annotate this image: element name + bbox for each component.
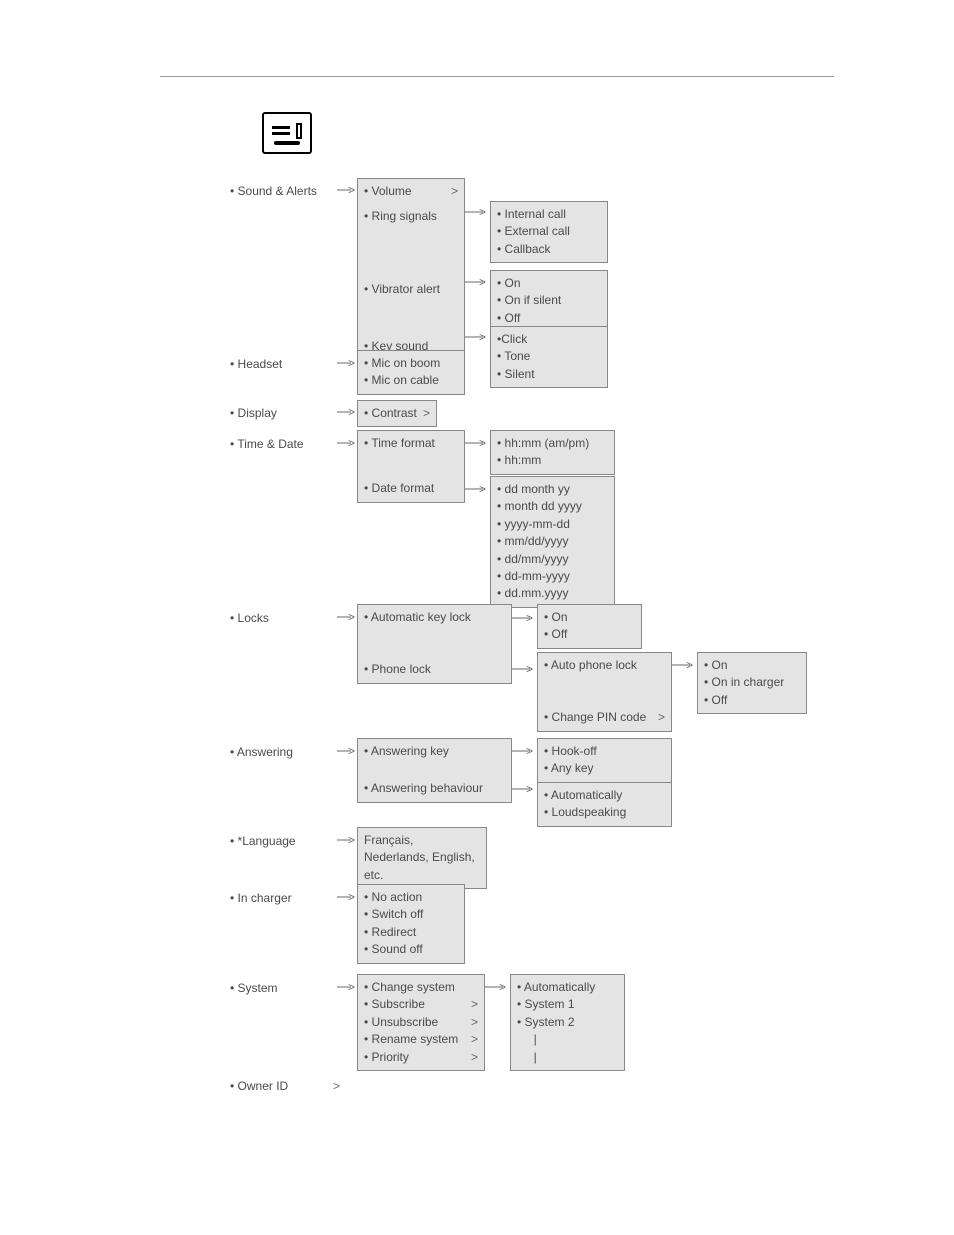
priority-item: • Priority > bbox=[364, 1049, 478, 1066]
system-submenu: • Change system • Subscribe > • Unsubscr… bbox=[357, 974, 485, 1071]
locks-submenu: • Automatic key lock • Phone lock bbox=[357, 604, 512, 684]
root-in-charger: • In charger bbox=[230, 890, 292, 907]
contrast-item: • Contrast > bbox=[364, 405, 430, 422]
root-time-date: • Time & Date bbox=[230, 436, 304, 453]
chevron-right-icon: > bbox=[327, 1078, 340, 1095]
owner-id-label: • Owner ID bbox=[230, 1079, 288, 1093]
arrow-head-icon: > bbox=[348, 890, 355, 904]
root-language: • *Language bbox=[230, 833, 296, 850]
root-answering: • Answering bbox=[230, 744, 293, 761]
arrow-head-icon: > bbox=[348, 436, 355, 450]
key-sound-options: •Click • Tone • Silent bbox=[490, 326, 608, 388]
arrow-head-icon: > bbox=[479, 275, 486, 289]
answering-submenu: • Answering key • Answering behaviour bbox=[357, 738, 512, 803]
unsubscribe-item: • Unsubscribe > bbox=[364, 1014, 478, 1031]
auto-phone-lock-item: • Auto phone lock bbox=[544, 657, 665, 674]
arrow-head-icon: > bbox=[348, 744, 355, 758]
arrow-head-icon: > bbox=[526, 744, 533, 758]
ring-signals-options: • Internal call • External call • Callba… bbox=[490, 201, 608, 263]
chevron-right-icon: > bbox=[465, 996, 478, 1013]
display-submenu: • Contrast > bbox=[357, 400, 437, 427]
answering-key-options: • Hook-off • Any key bbox=[537, 738, 672, 783]
volume-item: • Volume > bbox=[364, 183, 458, 200]
arrow-head-icon: > bbox=[686, 658, 693, 672]
in-charger-options: • No action • Switch off • Redirect • So… bbox=[357, 884, 465, 964]
arrow-head-icon: > bbox=[348, 356, 355, 370]
date-format-item: • Date format bbox=[364, 480, 458, 497]
time-date-submenu: • Time format • Date format bbox=[357, 430, 465, 503]
arrow-head-icon: > bbox=[499, 980, 506, 994]
rename-system-item: • Rename system > bbox=[364, 1031, 478, 1048]
chevron-right-icon: > bbox=[465, 1014, 478, 1031]
chevron-right-icon: > bbox=[445, 183, 458, 200]
ring-signals-item: • Ring signals bbox=[364, 208, 458, 225]
auto-phone-lock-options: • On • On in charger • Off bbox=[697, 652, 807, 714]
time-format-options: • hh:mm (am/pm) • hh:mm bbox=[490, 430, 615, 475]
root-headset: • Headset bbox=[230, 356, 282, 373]
automatic-key-lock-options: • On • Off bbox=[537, 604, 642, 649]
settings-folder-icon bbox=[262, 112, 312, 154]
arrow-head-icon: > bbox=[348, 183, 355, 197]
change-pin-item: • Change PIN code > bbox=[544, 709, 665, 726]
arrow-head-icon: > bbox=[526, 662, 533, 676]
arrow-head-icon: > bbox=[526, 782, 533, 796]
change-system-options: • Automatically • System 1 • System 2 | … bbox=[510, 974, 625, 1071]
chevron-right-icon: > bbox=[465, 1049, 478, 1066]
chevron-right-icon: > bbox=[652, 709, 665, 726]
date-format-options: • dd month yy • month dd yyyy • yyyy-mm-… bbox=[490, 476, 615, 608]
root-system: • System bbox=[230, 980, 278, 997]
arrow-head-icon: > bbox=[479, 436, 486, 450]
change-system-item: • Change system bbox=[364, 979, 478, 996]
arrow-head-icon: > bbox=[348, 833, 355, 847]
phone-lock-options: • Auto phone lock • Change PIN code > bbox=[537, 652, 672, 732]
arrow-head-icon: > bbox=[348, 980, 355, 994]
answering-behaviour-item: • Answering behaviour bbox=[364, 780, 505, 797]
headset-submenu: • Mic on boom • Mic on cable bbox=[357, 350, 465, 395]
phone-lock-item: • Phone lock bbox=[364, 661, 505, 678]
root-display: • Display bbox=[230, 405, 277, 422]
arrow-head-icon: > bbox=[348, 405, 355, 419]
root-owner-id: • Owner ID > bbox=[230, 1078, 340, 1095]
arrow-head-icon: > bbox=[348, 610, 355, 624]
chevron-right-icon: > bbox=[465, 1031, 478, 1048]
root-sound-alerts: • Sound & Alerts bbox=[230, 183, 317, 200]
arrow-head-icon: > bbox=[479, 330, 486, 344]
answering-key-item: • Answering key bbox=[364, 743, 505, 760]
automatic-key-lock-item: • Automatic key lock bbox=[364, 609, 505, 626]
vibrator-alert-options: • On • On if silent • Off bbox=[490, 270, 608, 332]
arrow-head-icon: > bbox=[479, 482, 486, 496]
chevron-right-icon: > bbox=[417, 405, 430, 422]
root-locks: • Locks bbox=[230, 610, 269, 627]
arrow-head-icon: > bbox=[479, 205, 486, 219]
answering-behaviour-options: • Automatically • Loudspeaking bbox=[537, 782, 672, 827]
sound-alerts-submenu: • Volume > • Ring signals • Vibrator ale… bbox=[357, 178, 465, 361]
arrow-head-icon: > bbox=[526, 611, 533, 625]
time-format-item: • Time format bbox=[364, 435, 458, 452]
vibrator-alert-item: • Vibrator alert bbox=[364, 281, 458, 298]
language-options: Français, Nederlands, English, etc. bbox=[357, 827, 487, 889]
subscribe-item: • Subscribe > bbox=[364, 996, 478, 1013]
